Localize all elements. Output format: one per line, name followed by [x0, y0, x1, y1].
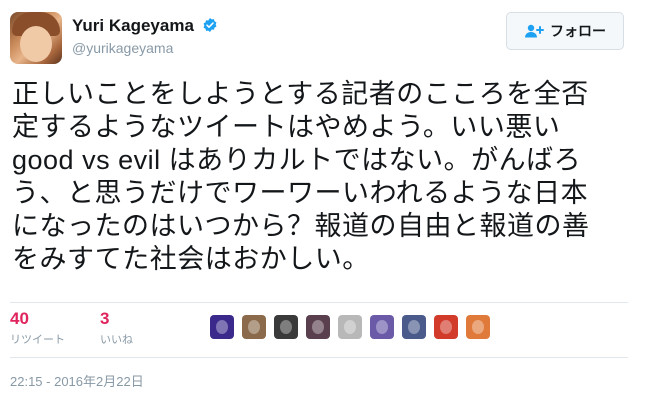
tweet-line: になったのはいつから？報道の自由と報道の善	[12, 211, 590, 241]
divider-bottom	[10, 357, 628, 358]
likert-avatar-6-detail	[376, 320, 388, 334]
likert-avatar-5-detail	[344, 320, 356, 334]
likert-avatar-1-detail	[216, 320, 228, 334]
tweet-text: 正しいことをしようとする記者のこころを全否 定するようなツイートはやめよう。いい…	[12, 78, 632, 276]
retweet-stat[interactable]: 40 リツイート	[10, 309, 65, 347]
add-user-icon	[525, 24, 544, 38]
likert-avatar-7-detail	[408, 320, 420, 334]
follow-button-label: フォロー	[550, 23, 606, 39]
tweet-header: Yuri Kageyama @yurikageyama フォロー	[10, 10, 638, 66]
likert-avatar-2[interactable]	[242, 315, 266, 339]
verified-badge-icon	[203, 18, 217, 32]
tweet-line: 定するようなツイートはやめよう。いい悪い	[12, 112, 561, 142]
tweet-stats: 40 リツイート 3 いいね	[10, 309, 630, 359]
likert-avatar-8[interactable]	[434, 315, 458, 339]
likert-avatar-5[interactable]	[338, 315, 362, 339]
tweet-line: をみすてた社会はおかしい。	[12, 244, 370, 274]
likert-avatar-9-detail	[472, 320, 484, 334]
likert-avatar-8-detail	[440, 320, 452, 334]
user-name-block[interactable]: Yuri Kageyama @yurikageyama	[72, 16, 218, 56]
like-count: 3	[100, 309, 110, 328]
likert-avatar-2-detail	[248, 320, 260, 334]
user-avatar[interactable]	[10, 12, 62, 64]
likert-avatar-4[interactable]	[306, 315, 330, 339]
user-handle[interactable]: @yurikageyama	[72, 40, 218, 56]
display-name[interactable]: Yuri Kageyama	[72, 16, 194, 36]
follow-button[interactable]: フォロー	[506, 12, 624, 50]
likert-avatar-3-detail	[280, 320, 292, 334]
tweet-line: 正しいことをしようとする記者のこころを全否	[12, 79, 589, 109]
like-stat[interactable]: 3 いいね	[100, 309, 133, 347]
avatar-face	[20, 26, 52, 62]
likert-avatar-1[interactable]	[210, 315, 234, 339]
likert-avatar-7[interactable]	[402, 315, 426, 339]
likert-avatar-9[interactable]	[466, 315, 490, 339]
divider-top	[10, 302, 628, 303]
likert-avatar-3[interactable]	[274, 315, 298, 339]
like-label: いいね	[100, 334, 133, 346]
tweet-line: good vs evil はありカルトではない。がんばろ	[12, 145, 582, 175]
tweet-timestamp[interactable]: 22:15 - 2016年2月22日	[10, 371, 144, 390]
liker-avatars	[210, 315, 498, 339]
likert-avatar-4-detail	[312, 320, 324, 334]
tweet-line: う、と思うだけでワーワーいわれるような日本	[12, 178, 589, 208]
likert-avatar-6[interactable]	[370, 315, 394, 339]
retweet-count: 40	[10, 309, 29, 328]
retweet-label: リツイート	[10, 334, 65, 346]
